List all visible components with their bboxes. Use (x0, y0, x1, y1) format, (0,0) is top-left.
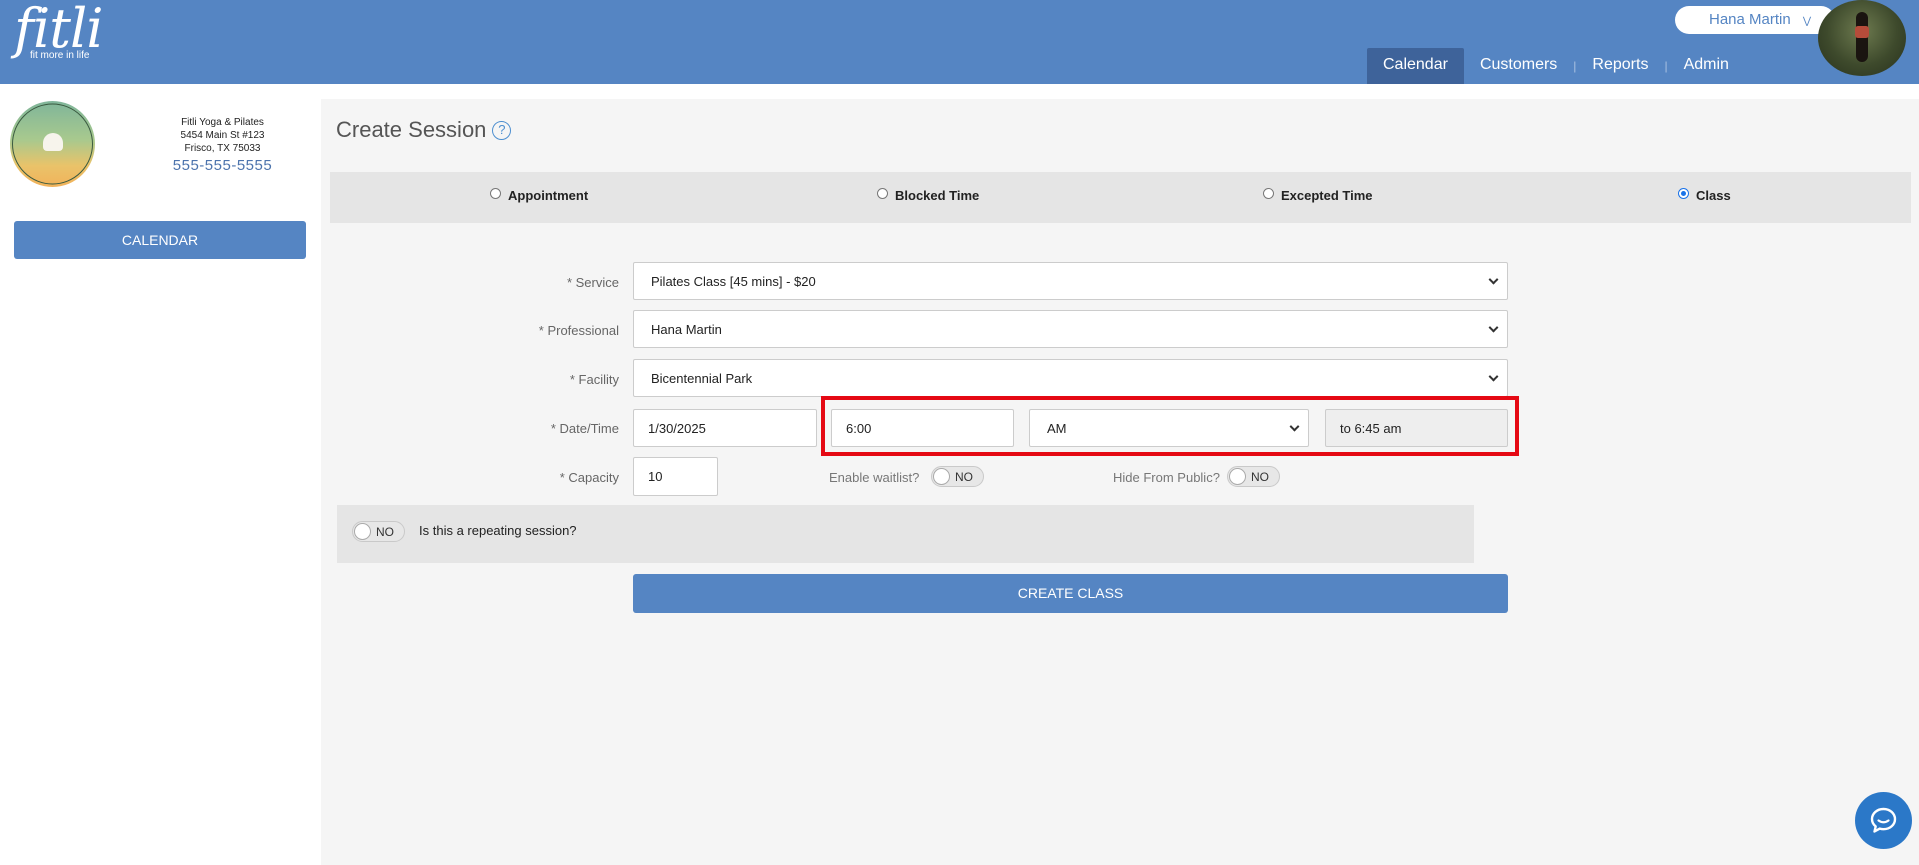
chevron-down-icon: ⋁ (1802, 16, 1812, 27)
radio-class[interactable]: Class (1678, 188, 1731, 203)
radio-indicator (877, 188, 888, 199)
end-time-text: to 6:45 am (1340, 420, 1402, 436)
chevron-down-icon (1488, 371, 1499, 382)
repeat-label: Is this a repeating session? (419, 523, 577, 538)
business-name: Fitli Yoga & Pilates (181, 117, 264, 128)
repeat-section: NO Is this a repeating session? (337, 505, 1474, 563)
business-address-line2: Frisco, TX 75033 (184, 143, 261, 154)
professional-label: * Professional (538, 323, 619, 338)
professional-value: Hana Martin (651, 321, 722, 337)
waitlist-toggle[interactable]: NO (931, 466, 984, 487)
create-class-button[interactable]: CREATE CLASS (633, 574, 1508, 613)
toggle-state: NO (1251, 470, 1269, 484)
capacity-value: 10 (648, 469, 663, 484)
chevron-down-icon (1289, 421, 1300, 432)
user-avatar[interactable] (1818, 0, 1906, 76)
professional-select[interactable]: Hana Martin (633, 310, 1508, 348)
datetime-label: * Date/Time (550, 421, 619, 436)
business-logo (10, 101, 95, 187)
top-header: fitli fit more in life Hana Martin ⋁ Cal… (0, 0, 1919, 84)
toggle-state: NO (955, 470, 973, 484)
session-type-selector: Appointment Blocked Time Excepted Time C… (330, 172, 1911, 223)
business-address-line1: 5454 Main St #123 (180, 130, 265, 141)
nav-reports[interactable]: Reports (1576, 48, 1664, 84)
facility-label: * Facility (569, 372, 619, 387)
radio-excepted-time[interactable]: Excepted Time (1263, 188, 1373, 203)
repeat-toggle[interactable]: NO (352, 521, 405, 542)
toggle-knob (354, 523, 371, 540)
service-label: * Service (566, 275, 619, 290)
radio-label: Excepted Time (1281, 188, 1373, 203)
ampm-value: AM (1047, 420, 1067, 436)
radio-blocked-time[interactable]: Blocked Time (877, 188, 979, 203)
chat-bubble-icon (1870, 807, 1897, 833)
service-select[interactable]: Pilates Class [45 mins] - $20 (633, 262, 1508, 300)
radio-indicator (1263, 188, 1274, 199)
service-value: Pilates Class [45 mins] - $20 (651, 273, 816, 289)
date-input[interactable]: 1/30/2025 (633, 409, 817, 447)
toggle-knob (933, 468, 950, 485)
main-nav: Calendar Customers | Reports | Admin (1367, 48, 1745, 84)
radio-label: Blocked Time (895, 188, 980, 203)
end-time-display: to 6:45 am (1325, 409, 1508, 447)
chevron-down-icon (1488, 274, 1499, 285)
user-menu-button[interactable]: Hana Martin ⋁ (1675, 6, 1835, 34)
radio-label: Appointment (508, 188, 589, 203)
hide-public-label: Hide From Public? (1113, 470, 1220, 485)
question-circle-icon[interactable]: ? (492, 121, 512, 140)
nav-calendar[interactable]: Calendar (1367, 48, 1464, 84)
page-title-text: Create Session (336, 117, 487, 142)
meditation-icon (43, 133, 63, 151)
page-title: Create Session? (336, 117, 512, 143)
business-phone[interactable]: 555-555-5555 (150, 157, 295, 175)
toggle-knob (1229, 468, 1246, 485)
user-name: Hana Martin (1709, 11, 1791, 28)
fitli-logo[interactable]: fitli fit more in life (14, 0, 103, 62)
waitlist-label: Enable waitlist? (829, 470, 920, 485)
start-time-input[interactable]: 6:00 (831, 409, 1014, 447)
main-panel: Create Session? Appointment Blocked Time… (321, 99, 1919, 865)
chevron-down-icon (1488, 322, 1499, 333)
nav-customers[interactable]: Customers (1464, 48, 1573, 84)
radio-indicator (490, 188, 501, 199)
facility-value: Bicentennial Park (651, 370, 753, 386)
calendar-button[interactable]: CALENDAR (14, 221, 306, 259)
start-time-value: 6:00 (846, 420, 872, 436)
ampm-select[interactable]: AM (1029, 409, 1309, 447)
radio-appointment[interactable]: Appointment (490, 188, 588, 203)
radio-indicator-selected (1678, 188, 1689, 199)
date-value: 1/30/2025 (648, 420, 706, 436)
hide-public-toggle[interactable]: NO (1227, 466, 1280, 487)
chat-launcher-button[interactable] (1855, 792, 1912, 849)
capacity-input[interactable]: 10 (633, 457, 718, 496)
toggle-state: NO (376, 525, 394, 539)
business-info: Fitli Yoga & Pilates 5454 Main St #123 F… (150, 116, 295, 175)
logo-wordmark: fitli (14, 0, 103, 60)
radio-label: Class (1696, 188, 1731, 203)
capacity-label: * Capacity (559, 470, 619, 485)
nav-admin[interactable]: Admin (1668, 48, 1745, 84)
facility-select[interactable]: Bicentennial Park (633, 359, 1508, 397)
avatar-shirt (1855, 26, 1869, 38)
